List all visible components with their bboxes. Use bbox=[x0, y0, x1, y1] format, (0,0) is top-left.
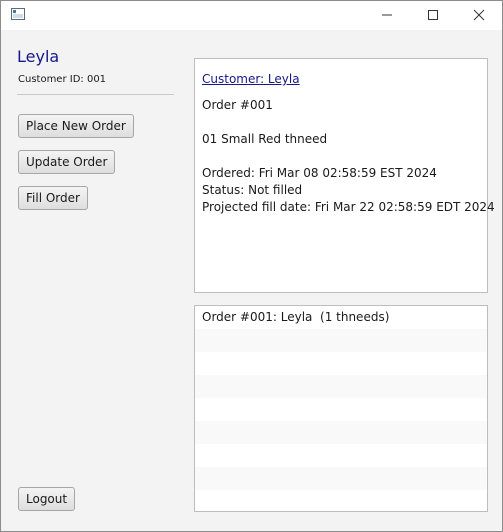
update-order-button[interactable]: Update Order bbox=[18, 150, 116, 174]
orders-list[interactable]: Order #001: Leyla (1 thneeds) bbox=[194, 305, 488, 512]
maximize-icon bbox=[428, 10, 438, 20]
list-item bbox=[195, 467, 487, 490]
list-item bbox=[195, 421, 487, 444]
close-icon bbox=[473, 9, 485, 21]
order-details-panel: Customer: Leyla Order #001 01 Small Red … bbox=[194, 58, 495, 293]
customer-name: Leyla bbox=[17, 47, 60, 66]
app-icon bbox=[11, 8, 25, 20]
list-item bbox=[195, 352, 487, 375]
projected-fill-date: Projected fill date: Fri Mar 22 02:58:59… bbox=[202, 200, 495, 214]
place-new-order-button[interactable]: Place New Order bbox=[18, 114, 134, 138]
logout-button[interactable]: Logout bbox=[18, 487, 76, 511]
fill-order-button[interactable]: Fill Order bbox=[18, 186, 88, 210]
sidebar-divider bbox=[17, 94, 174, 95]
list-item bbox=[195, 329, 487, 352]
list-item bbox=[195, 444, 487, 467]
customer-link[interactable]: Customer: Leyla bbox=[202, 72, 300, 86]
minimize-icon bbox=[382, 14, 392, 16]
order-date: Ordered: Fri Mar 08 02:58:59 EST 2024 bbox=[202, 166, 437, 180]
app-window: Leyla Customer ID: 001 Place New Order U… bbox=[0, 0, 503, 532]
order-item: 01 Small Red thneed bbox=[202, 132, 328, 146]
maximize-button[interactable] bbox=[410, 1, 456, 30]
close-button[interactable] bbox=[456, 1, 502, 30]
list-item bbox=[195, 375, 487, 398]
list-item bbox=[195, 490, 487, 511]
list-item bbox=[195, 398, 487, 421]
customer-id: Customer ID: 001 bbox=[18, 74, 107, 85]
minimize-button[interactable] bbox=[364, 1, 410, 30]
order-number: Order #001 bbox=[202, 98, 273, 112]
order-status: Status: Not filled bbox=[202, 183, 303, 197]
list-item[interactable]: Order #001: Leyla (1 thneeds) bbox=[195, 306, 487, 329]
title-bar[interactable] bbox=[1, 1, 502, 30]
